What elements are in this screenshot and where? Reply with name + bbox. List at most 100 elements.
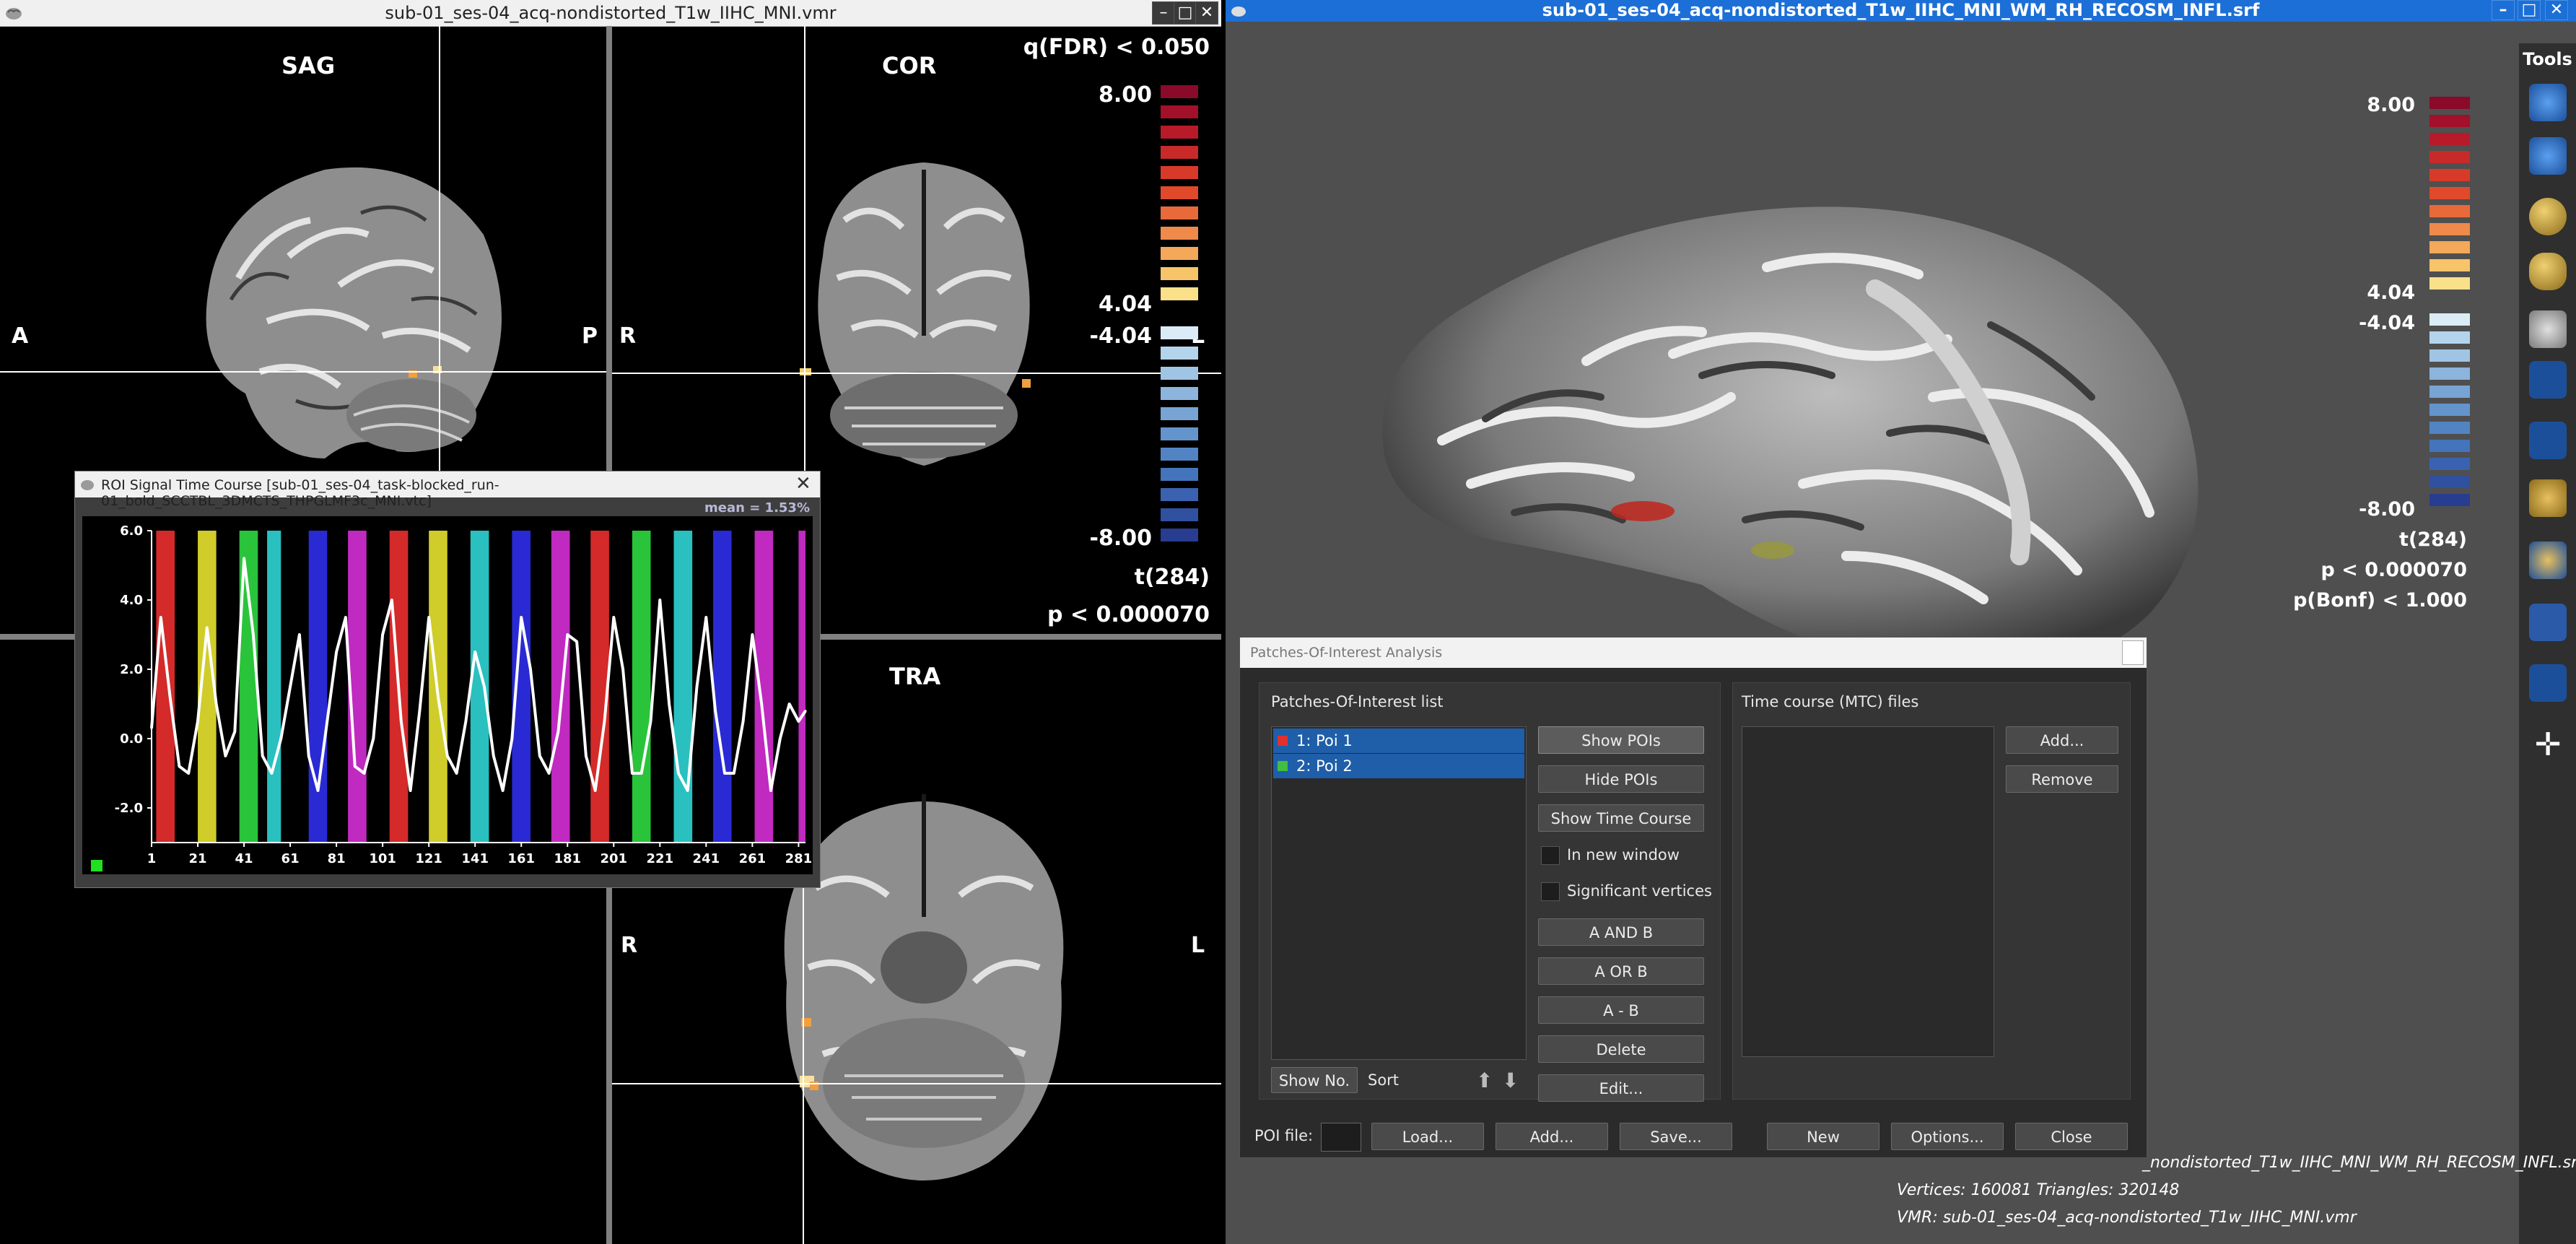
- scale-swatch: [1161, 105, 1198, 118]
- condition-band: [470, 531, 489, 843]
- signal-point: [252, 633, 255, 636]
- condition-band: [156, 531, 175, 843]
- srf-scale-max-label: 8.00: [2367, 94, 2415, 116]
- show-no-button[interactable]: Show No.: [1271, 1067, 1358, 1093]
- srf-scale-p-label: p < 0.000070: [2320, 559, 2467, 581]
- roi-time-course-plot[interactable]: 6.04.02.00.0-2.01 21 41 61 81 101 121 141 161 181…: [82, 516, 813, 874]
- add-button[interactable]: Add...: [1496, 1123, 1608, 1150]
- load-button[interactable]: Load...: [1371, 1123, 1484, 1150]
- scale-swatch: [1161, 126, 1198, 139]
- crosshair-tool-icon[interactable]: ✛: [2529, 726, 2567, 764]
- signal-point: [704, 616, 707, 619]
- condition-band: [712, 531, 732, 843]
- in-new-window-checkbox[interactable]: [1541, 846, 1560, 865]
- time-course-list[interactable]: [1742, 726, 1994, 1057]
- scale-swatch: [2429, 223, 2470, 235]
- x-tick-label: 201: [600, 851, 627, 866]
- condition-band: [267, 531, 281, 843]
- brain-mesh-tool-icon[interactable]: [2529, 310, 2567, 348]
- srf-scale-pos-thresh-label: 4.04: [2367, 282, 2415, 304]
- signal-point: [510, 737, 513, 740]
- poi-color-swatch: [1278, 761, 1288, 771]
- sag-crosshair-horizontal: [0, 371, 606, 373]
- surface-tool-icon[interactable]: [2529, 137, 2567, 175]
- options-button[interactable]: Options...: [1891, 1123, 2004, 1150]
- condition-band: [673, 531, 693, 843]
- save-button[interactable]: Save...: [1620, 1123, 1732, 1150]
- time-course-title: Time course (MTC) files: [1742, 693, 1919, 710]
- sag-brain-image[interactable]: [180, 155, 512, 466]
- poi-list-item[interactable]: 2: Poi 2: [1273, 754, 1524, 778]
- add-surface-tool-icon[interactable]: [2529, 84, 2567, 121]
- poi-titlebar[interactable]: Patches-Of-Interest Analysis: [1240, 638, 2147, 668]
- roi-close-icon[interactable]: ✕: [795, 473, 811, 495]
- srf-minimize-button[interactable]: –: [2492, 0, 2515, 20]
- tools-label: Tools: [2523, 49, 2572, 69]
- move-up-icon[interactable]: ⬆: [1476, 1069, 1493, 1092]
- minimize-button[interactable]: –: [1152, 1, 1175, 25]
- edit-button[interactable]: Edit...: [1538, 1074, 1704, 1102]
- roi-titlebar[interactable]: ROI Signal Time Course [sub-01_ses-04_ta…: [75, 471, 820, 509]
- a-and-b-button[interactable]: A AND B: [1538, 918, 1704, 946]
- show-time-course-button[interactable]: Show Time Course: [1538, 804, 1704, 832]
- tc-remove-button[interactable]: Remove: [2006, 765, 2118, 793]
- a-or-b-button[interactable]: A OR B: [1538, 957, 1704, 985]
- scale-swatch: [1161, 347, 1198, 360]
- head-tool-icon[interactable]: [2529, 253, 2567, 290]
- close-button[interactable]: ✕: [1195, 1, 1218, 25]
- a-minus-b-button[interactable]: A - B: [1538, 996, 1704, 1024]
- poi-analysis-dialog[interactable]: Patches-Of-Interest Analysis Patches-Of-…: [1239, 637, 2147, 1158]
- signal-point: [529, 668, 532, 671]
- show-pois-button[interactable]: Show POIs: [1538, 726, 1704, 754]
- scale-min-label: -8.00: [1089, 526, 1152, 551]
- scale-swatch: [1161, 287, 1198, 300]
- significant-vertices-checkbox[interactable]: [1541, 882, 1560, 901]
- signal-point: [298, 633, 301, 636]
- delete-button[interactable]: Delete: [1538, 1035, 1704, 1063]
- maximize-button[interactable]: □: [1174, 1, 1197, 25]
- surface-arrow-tool-icon[interactable]: [2529, 604, 2567, 641]
- poi-dialog-title: Patches-Of-Interest Analysis: [1250, 645, 1443, 661]
- x-tick-label: 241: [693, 851, 720, 866]
- new-button[interactable]: New: [1767, 1123, 1879, 1150]
- signal-point: [409, 789, 412, 792]
- y-tick-label: 2.0: [120, 662, 143, 677]
- hide-pois-button[interactable]: Hide POIs: [1538, 765, 1704, 793]
- head-surface-tool-icon[interactable]: [2529, 541, 2567, 579]
- srf-scale-df-label: t(284): [2399, 529, 2467, 551]
- move-down-icon[interactable]: ⬇: [1502, 1069, 1519, 1092]
- signal-point: [215, 703, 218, 705]
- x-tick-label: 121: [415, 851, 442, 866]
- close-button[interactable]: Close: [2015, 1123, 2128, 1150]
- signal-point: [556, 730, 559, 733]
- signal-point: [668, 703, 671, 705]
- x-tick-label: 21: [188, 851, 206, 866]
- mesh-grid-tool-icon[interactable]: [2529, 361, 2567, 399]
- scale-max-label: 8.00: [1098, 82, 1152, 108]
- signal-point: [372, 737, 375, 740]
- poi-close-icon[interactable]: [2122, 640, 2144, 665]
- sort-label: Sort: [1368, 1071, 1400, 1089]
- roi-time-course-window[interactable]: ROI Signal Time Course [sub-01_ses-04_ta…: [74, 471, 821, 888]
- scale-swatch: [2429, 422, 2470, 434]
- tc-add-button[interactable]: Add...: [2006, 726, 2118, 754]
- poi-list-item[interactable]: 1: Poi 1: [1273, 728, 1524, 753]
- add-sphere-tool-icon[interactable]: [2529, 198, 2567, 235]
- head-view-tool-icon[interactable]: [2529, 479, 2567, 517]
- srf-close-button[interactable]: ✕: [2545, 0, 2568, 20]
- poi-list[interactable]: 1: Poi 1 2: Poi 2: [1271, 726, 1527, 1060]
- cor-brain-image[interactable]: [794, 148, 1054, 480]
- vertical-line-tool-icon[interactable]: [2529, 664, 2567, 702]
- srf-scale-neg-thresh-label: -4.04: [2359, 312, 2415, 334]
- signal-point: [270, 772, 273, 775]
- signal-point: [538, 754, 541, 757]
- scale-swatch: [2429, 205, 2470, 217]
- scale-p-label: p < 0.000070: [1047, 602, 1210, 627]
- signal-point: [492, 754, 495, 757]
- line-tool-icon[interactable]: [2529, 422, 2567, 459]
- vmr-window: sub-01_ses-04_acq-nondistorted_T1w_IIHC_…: [0, 0, 1221, 1244]
- scale-swatch: [1161, 468, 1198, 481]
- poi-file-field[interactable]: [1321, 1123, 1361, 1152]
- srf-maximize-button[interactable]: □: [2518, 0, 2541, 20]
- sag-dir-right: P: [582, 323, 598, 349]
